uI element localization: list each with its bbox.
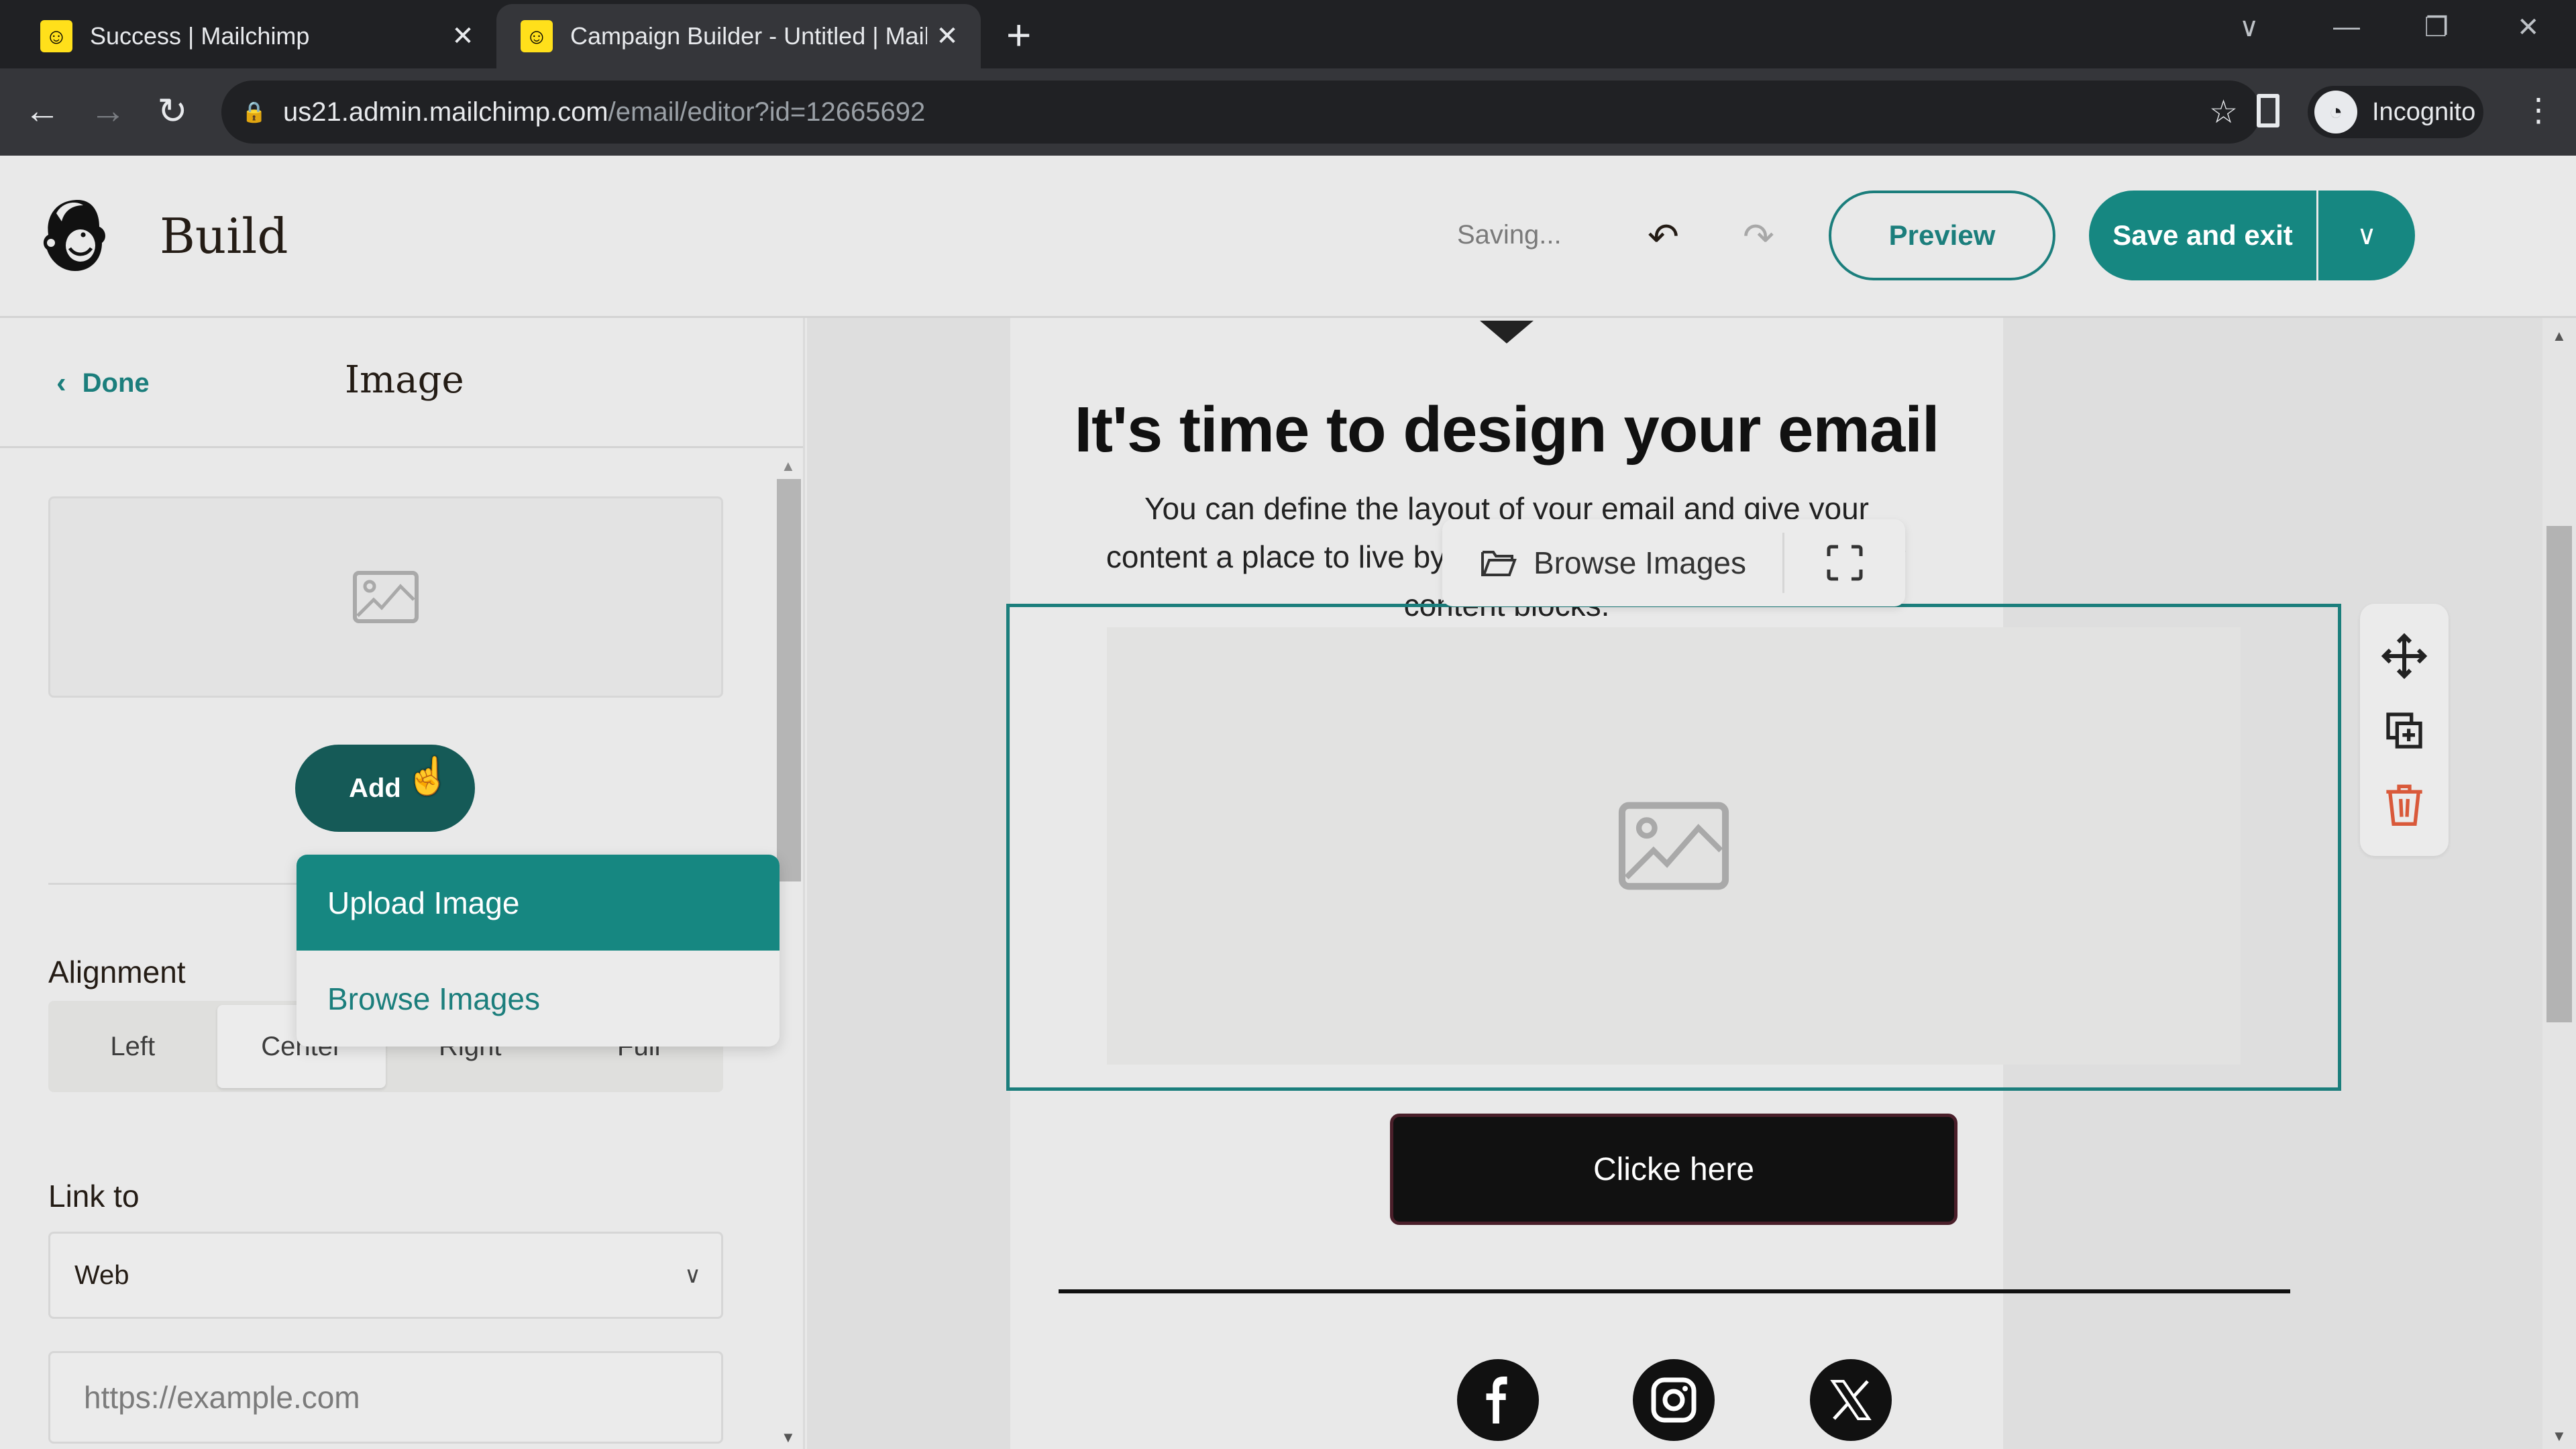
- tab-campaign-builder[interactable]: ☺ Campaign Builder - Untitled | Mailchim…: [496, 4, 981, 68]
- mailchimp-logo-icon[interactable]: [38, 195, 110, 275]
- image-block-placeholder[interactable]: [1107, 627, 2241, 1065]
- hand-cursor-icon: ☝: [405, 756, 451, 796]
- scroll-down-icon[interactable]: ▼: [2552, 1428, 2567, 1445]
- menu-item-browse-images[interactable]: Browse Images: [297, 951, 780, 1046]
- focal-point-button[interactable]: [1784, 541, 1905, 584]
- new-tab-button[interactable]: +: [1006, 13, 1031, 56]
- link-url-input[interactable]: [48, 1351, 723, 1444]
- incognito-profile-button[interactable]: ◔ Incognito: [2308, 86, 2483, 138]
- scroll-up-icon[interactable]: ▲: [781, 458, 796, 475]
- link-type-select[interactable]: Web ∨: [48, 1232, 723, 1319]
- incognito-icon: ◔: [2314, 91, 2357, 133]
- address-bar[interactable]: 🔒 us21.admin.mailchimp.com/email/editor?…: [221, 80, 2261, 144]
- link-type-value: Web: [74, 1260, 129, 1290]
- scroll-down-icon[interactable]: ▼: [781, 1429, 796, 1446]
- back-icon[interactable]: ←: [20, 90, 64, 131]
- save-button-group: Save and exit ∨: [2089, 191, 2415, 280]
- link-to-label: Link to: [48, 1179, 140, 1214]
- app-header: Build Saving... ↶ ↷ Preview Save and exi…: [0, 156, 2576, 318]
- block-actions-toolbar: [2360, 604, 2449, 856]
- image-placeholder-icon: [1618, 802, 1729, 890]
- browser-tab-bar: ☺ Success | Mailchimp ✕ ☺ Campaign Build…: [0, 0, 2576, 68]
- mailchimp-favicon-icon: ☺: [40, 20, 72, 52]
- side-panel-icon[interactable]: [2257, 94, 2279, 127]
- chevron-left-icon: ‹: [56, 366, 66, 399]
- incognito-label: Incognito: [2372, 97, 2476, 126]
- scrollbar-thumb[interactable]: [2546, 526, 2572, 1022]
- panel-title: Image: [345, 358, 464, 402]
- url-path: /email/editor?id=12665692: [608, 97, 926, 127]
- lock-icon: 🔒: [241, 101, 267, 123]
- url-host: us21.admin.mailchimp.com: [283, 97, 608, 127]
- reload-icon[interactable]: ↻: [150, 90, 195, 132]
- preview-button[interactable]: Preview: [1829, 191, 2055, 280]
- selected-image-block[interactable]: [1006, 604, 2341, 1091]
- browser-menu-icon[interactable]: ⋮: [2522, 91, 2555, 129]
- email-divider-line: [1059, 1289, 2290, 1293]
- align-left-option[interactable]: Left: [48, 1001, 217, 1092]
- image-placeholder-icon: [353, 571, 419, 623]
- folder-icon: [1481, 551, 1517, 576]
- browser-toolbar: ← → ↻ 🔒 us21.admin.mailchimp.com/email/e…: [0, 68, 2576, 156]
- delete-trash-icon[interactable]: [2383, 781, 2426, 828]
- done-label: Done: [82, 368, 150, 398]
- scrollbar-thumb[interactable]: [777, 479, 801, 881]
- tab-title: Campaign Builder - Untitled | Mailchimp: [570, 22, 927, 50]
- x-twitter-icon[interactable]: [1810, 1359, 1892, 1441]
- instagram-icon[interactable]: [1633, 1359, 1715, 1441]
- done-button[interactable]: ‹ Done: [56, 366, 150, 400]
- browse-images-label: Browse Images: [1534, 545, 1747, 580]
- mailchimp-favicon-icon: ☺: [521, 20, 553, 52]
- redo-icon[interactable]: ↷: [1743, 215, 1774, 259]
- facebook-icon[interactable]: [1457, 1359, 1539, 1441]
- image-preview-placeholder: [48, 496, 723, 698]
- save-and-exit-button[interactable]: Save and exit: [2089, 191, 2318, 280]
- close-tab-icon[interactable]: ✕: [927, 21, 967, 52]
- bookmark-star-icon[interactable]: ☆: [2209, 93, 2238, 131]
- alignment-label: Alignment: [48, 955, 186, 989]
- image-block-toolbar: Browse Images: [1442, 519, 1905, 606]
- add-image-menu: Upload Image Browse Images: [297, 855, 780, 1046]
- tab-search-icon[interactable]: ∨: [2239, 12, 2259, 43]
- email-cta-button[interactable]: Clicke here: [1390, 1114, 1957, 1225]
- minimize-icon[interactable]: —: [2333, 12, 2360, 42]
- move-icon[interactable]: [2380, 632, 2428, 680]
- save-options-chevron-icon[interactable]: ∨: [2318, 191, 2415, 280]
- panel-header: ‹ Done Image: [0, 318, 803, 448]
- url-text: us21.admin.mailchimp.com/email/editor?id…: [283, 97, 925, 127]
- close-window-icon[interactable]: ✕: [2517, 12, 2540, 43]
- page-title: Build: [160, 208, 288, 264]
- restore-icon[interactable]: ❐: [2424, 12, 2449, 43]
- crop-frame-icon: [1827, 545, 1863, 581]
- close-tab-icon[interactable]: ✕: [443, 21, 483, 52]
- undo-icon[interactable]: ↶: [1648, 215, 1679, 259]
- duplicate-icon[interactable]: [2383, 709, 2426, 752]
- email-heading[interactable]: It's time to design your email: [1010, 393, 2003, 467]
- forward-icon[interactable]: →: [86, 90, 130, 131]
- canvas-scrollbar[interactable]: ▲ ▼: [2542, 318, 2576, 1449]
- chevron-down-icon: ∨: [684, 1263, 701, 1288]
- tab-success-mailchimp[interactable]: ☺ Success | Mailchimp ✕: [0, 4, 496, 68]
- scroll-up-icon[interactable]: ▲: [2552, 327, 2567, 345]
- menu-item-upload-image[interactable]: Upload Image: [297, 855, 780, 951]
- tab-title: Success | Mailchimp: [90, 22, 310, 50]
- chevron-down-icon: [1480, 321, 1534, 343]
- save-status: Saving...: [1457, 220, 1562, 250]
- browse-images-button[interactable]: Browse Images: [1442, 533, 1784, 593]
